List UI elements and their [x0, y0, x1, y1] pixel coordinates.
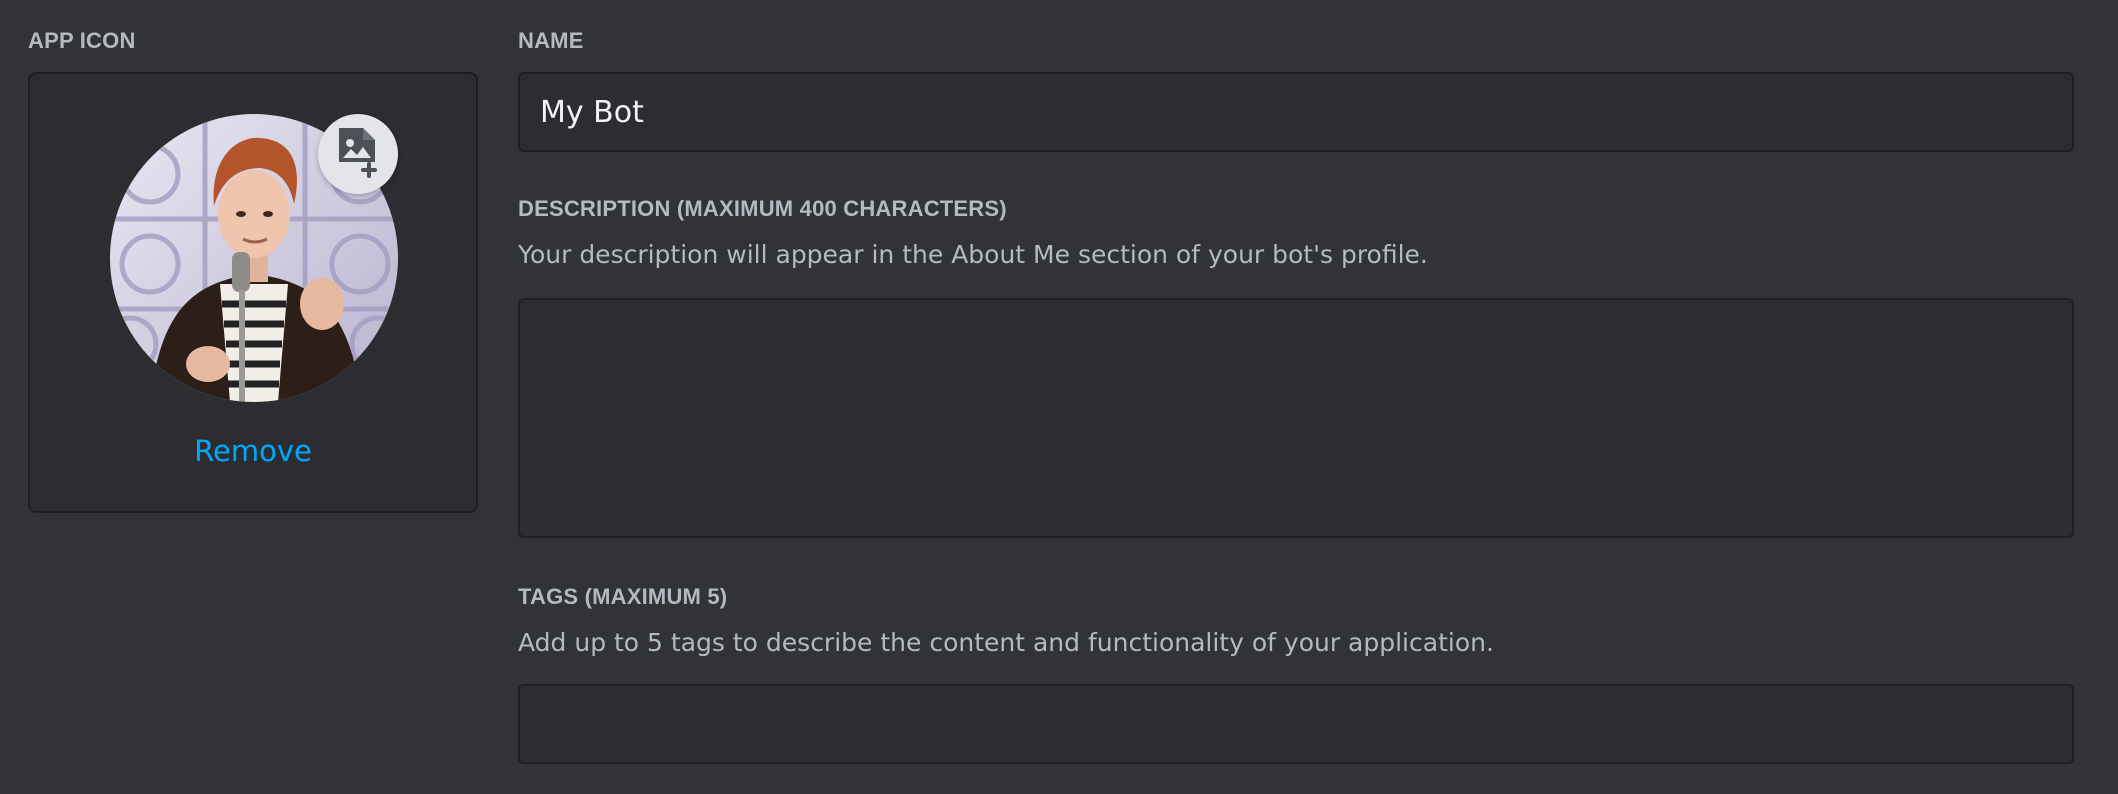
- description-helper-text: Your description will appear in the Abou…: [518, 240, 1428, 269]
- remove-icon-link[interactable]: Remove: [30, 434, 476, 468]
- description-label: DESCRIPTION (MAXIMUM 400 CHARACTERS): [518, 196, 1007, 221]
- app-icon-panel: Remove: [28, 72, 478, 513]
- bot-profile-settings: APP ICON Remove NAME My Bot DESCRIPTION …: [0, 0, 2118, 794]
- description-field: [518, 298, 2074, 538]
- description-textarea[interactable]: [520, 300, 2072, 536]
- avatar-wrap: [110, 114, 398, 402]
- upload-image-button[interactable]: [318, 114, 398, 194]
- name-input[interactable]: [520, 74, 2072, 150]
- tags-input[interactable]: [520, 686, 2072, 762]
- tags-helper-text: Add up to 5 tags to describe the content…: [518, 628, 1494, 657]
- app-icon-label: APP ICON: [28, 28, 136, 53]
- image-add-icon: [335, 126, 381, 182]
- tags-label: TAGS (MAXIMUM 5): [518, 584, 728, 609]
- name-field: [518, 72, 2074, 152]
- tags-field: [518, 684, 2074, 764]
- name-label: NAME: [518, 28, 584, 53]
